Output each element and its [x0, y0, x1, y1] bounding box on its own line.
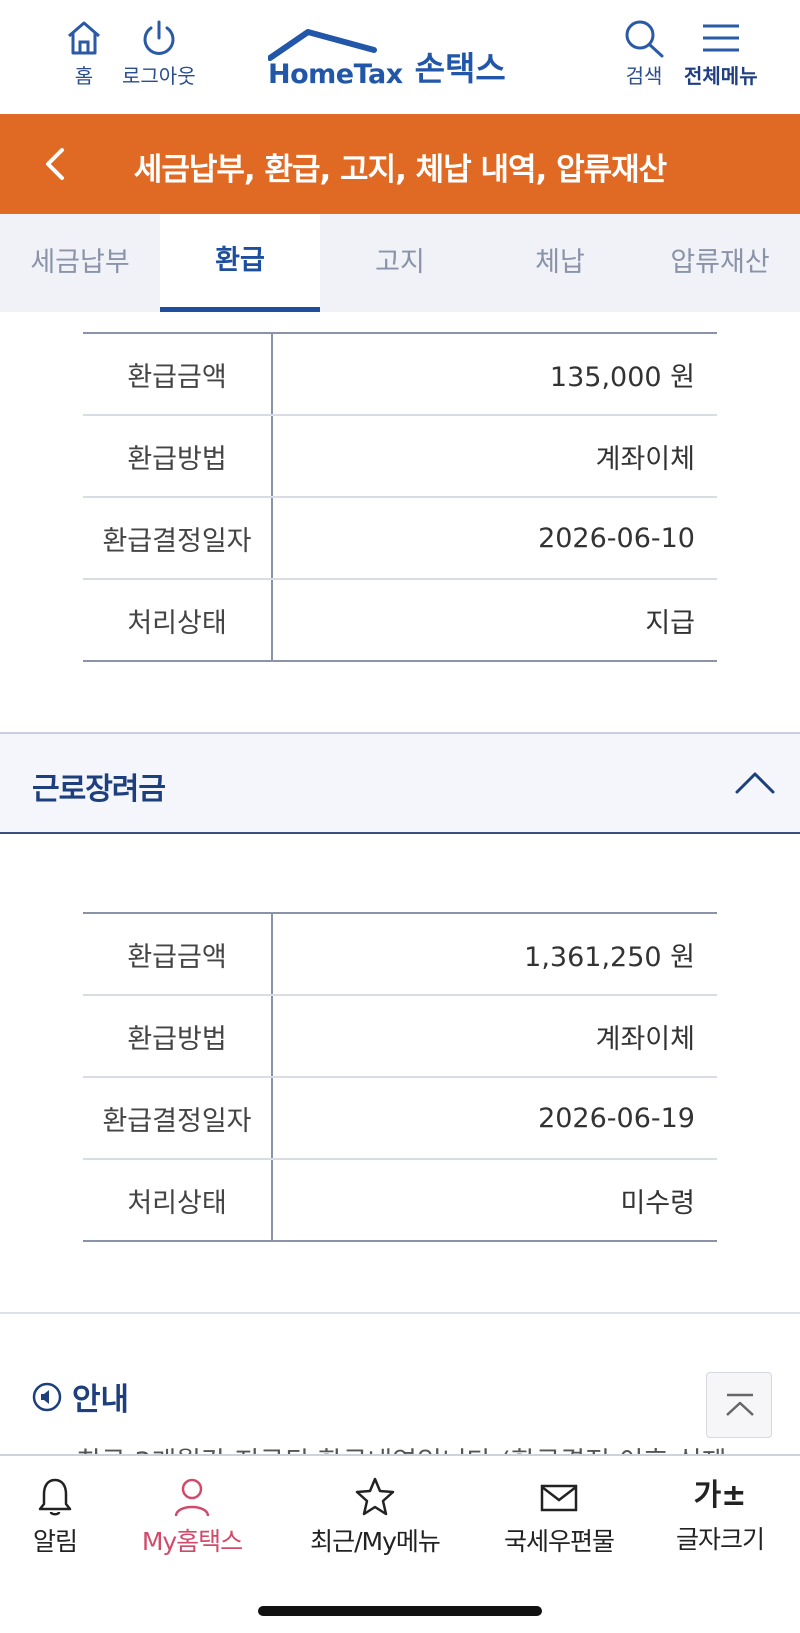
person-icon	[174, 1478, 210, 1517]
row-value: 계좌이체	[595, 1023, 695, 1055]
table-row: 환급결정일자 2026-06-19	[83, 1078, 717, 1160]
notice-title: 안내	[72, 1382, 130, 1418]
nav-my-hometax-label: My홈택스	[141, 1527, 243, 1556]
row-value: 미수령	[620, 1187, 695, 1219]
nav-font-size-label: 글자크기	[675, 1525, 765, 1554]
row-value: 2026-06-10	[538, 522, 695, 554]
font-size-icon: 가±	[693, 1478, 747, 1513]
tab-tax-payment[interactable]: 세금납부	[0, 214, 160, 312]
arrow-up-to-top-icon	[726, 1393, 754, 1416]
home-label: 홈	[74, 64, 94, 88]
chevron-up-icon[interactable]	[733, 762, 777, 806]
tab-arrears[interactable]: 체납	[480, 214, 640, 312]
table-row: 환급금액 135,000 원	[83, 334, 717, 416]
tab-bar: 세금납부 환급 고지 체납 압류재산	[0, 214, 800, 312]
search-label: 검색	[625, 64, 663, 88]
table-row: 처리상태 미수령	[83, 1160, 717, 1242]
logo-text-en: HomeTax	[268, 59, 403, 90]
nav-tax-mail[interactable]: 국세우편물	[484, 1476, 634, 1558]
tab-seized-property[interactable]: 압류재산	[640, 214, 800, 312]
accordion-header-earned-income-credit[interactable]: 근로장려금	[0, 734, 800, 834]
row-value: 계좌이체	[595, 443, 695, 475]
nav-recent-label: 최근/My메뉴	[310, 1527, 441, 1556]
content-divider	[0, 1312, 800, 1314]
section-title: 근로장려금	[32, 772, 166, 807]
power-icon	[143, 20, 175, 55]
row-key: 환급방법	[83, 416, 273, 496]
top-header: 홈 로그아웃 HomeTax 손택스 검색 전체메뉴	[0, 0, 800, 114]
table-row: 환급방법 계좌이체	[83, 416, 717, 498]
full-menu-label: 전체메뉴	[684, 64, 758, 88]
page-title: 세금납부, 환급, 고지, 체납 내역, 압류재산	[133, 152, 667, 188]
roof-icon	[268, 29, 377, 61]
full-menu-button[interactable]: 전체메뉴	[684, 18, 758, 89]
search-icon	[625, 20, 664, 58]
scroll-to-top-button[interactable]	[706, 1372, 772, 1438]
home-button[interactable]: 홈	[64, 18, 104, 89]
nav-alerts[interactable]: 알림	[0, 1476, 130, 1558]
nav-alerts-label: 알림	[32, 1527, 78, 1556]
row-key: 처리상태	[83, 580, 273, 660]
table-row: 환급방법 계좌이체	[83, 996, 717, 1078]
title-bar: 세금납부, 환급, 고지, 체납 내역, 압류재산	[0, 114, 800, 214]
home-indicator	[258, 1606, 542, 1616]
row-key: 환급결정일자	[83, 498, 273, 578]
speaker-icon	[32, 1382, 62, 1411]
mail-icon	[540, 1484, 578, 1512]
row-value: 2026-06-19	[538, 1102, 695, 1134]
refund-detail-table: 환급금액 135,000 원 환급방법 계좌이체 환급결정일자 2026-06-…	[83, 332, 717, 662]
logout-button[interactable]: 로그아웃	[122, 18, 196, 89]
nav-tax-mail-label: 국세우편물	[503, 1527, 615, 1556]
logout-label: 로그아웃	[122, 64, 196, 88]
nav-font-size[interactable]: 가± 글자크기	[645, 1476, 795, 1556]
earned-income-credit-table: 환급금액 1,361,250 원 환급방법 계좌이체 환급결정일자 2026-0…	[83, 912, 717, 1242]
notice-heading: 안내	[32, 1374, 129, 1419]
row-key: 처리상태	[83, 1160, 273, 1240]
bell-icon	[38, 1478, 72, 1516]
nav-my-hometax[interactable]: My홈택스	[117, 1476, 267, 1558]
nav-recent-my-menu[interactable]: 최근/My메뉴	[300, 1476, 450, 1558]
row-key: 환급금액	[83, 334, 273, 414]
star-icon	[355, 1477, 395, 1516]
row-value: 1,361,250 원	[524, 941, 695, 973]
search-button[interactable]: 검색	[622, 18, 666, 89]
hometax-logo[interactable]: HomeTax 손택스	[268, 28, 506, 90]
hamburger-icon	[702, 24, 739, 52]
tab-notice[interactable]: 고지	[320, 214, 480, 312]
table-row: 환급결정일자 2026-06-10	[83, 498, 717, 580]
logo-text-ko: 손택스	[414, 49, 506, 88]
table-row: 환급금액 1,361,250 원	[83, 914, 717, 996]
row-key: 환급결정일자	[83, 1078, 273, 1158]
row-key: 환급금액	[83, 914, 273, 994]
notice-text: 최근 3개월간 지급된 환급내역입니다.(환급결정 이후 실제	[76, 1440, 766, 1454]
row-key: 환급방법	[83, 996, 273, 1076]
row-value: 지급	[645, 607, 695, 639]
home-icon	[68, 21, 100, 55]
row-value: 135,000 원	[549, 361, 695, 393]
table-row: 처리상태 지급	[83, 580, 717, 662]
tab-refund[interactable]: 환급	[160, 214, 320, 312]
